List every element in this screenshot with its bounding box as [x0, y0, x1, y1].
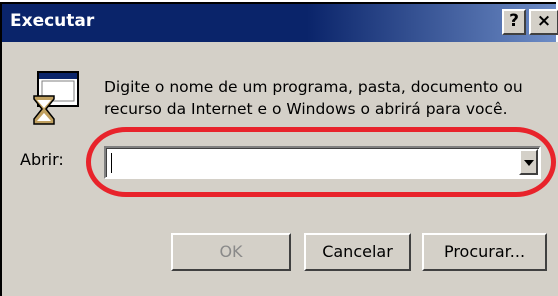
help-button[interactable]: ? [502, 9, 526, 35]
cancel-button[interactable]: Cancelar [304, 233, 411, 271]
dropdown-button[interactable] [519, 149, 538, 175]
close-button[interactable]: × [529, 9, 558, 35]
open-label: Abrir: [20, 150, 64, 169]
run-program-icon [33, 71, 79, 125]
title-bar[interactable]: Executar ? × [2, 4, 558, 42]
browse-button[interactable]: Procurar... [422, 233, 547, 271]
ok-button[interactable]: OK [171, 233, 291, 271]
open-combobox[interactable] [104, 146, 541, 179]
window-title: Executar [10, 11, 95, 31]
instructions-text: Digite o nome de um programa, pasta, doc… [104, 78, 523, 118]
chevron-down-icon [524, 160, 534, 166]
open-input[interactable] [106, 148, 539, 177]
text-caret [111, 153, 112, 173]
